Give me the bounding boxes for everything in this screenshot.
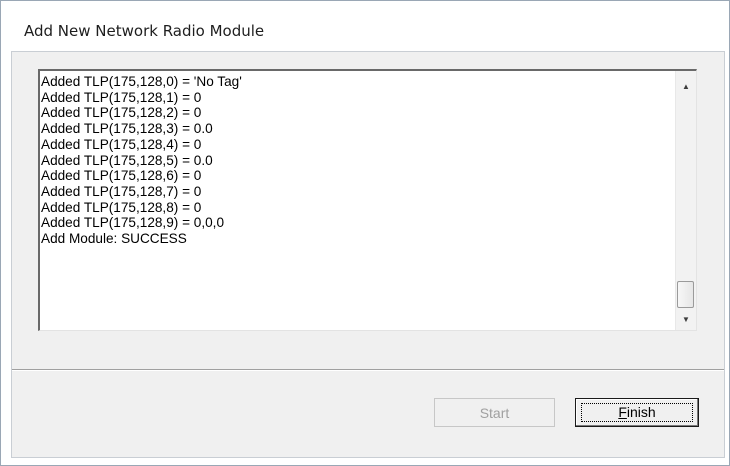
log-line: Added TLP(175,128,4) = 0 [41,136,202,152]
log-line: Add Module: SUCCESS [41,231,187,247]
log-listbox[interactable]: Added TLP(175,128,0) = 'No Tag' Added TLP… [38,69,697,331]
vertical-scrollbar[interactable]: ▲ ▼ [675,71,696,330]
finish-button[interactable]: Finish [575,398,699,427]
log-line: Added TLP(175,128,5) = 0.0 [41,152,213,168]
scrollbar-thumb[interactable] [677,281,694,308]
log-line: Added TLP(175,128,1) = 0 [41,89,202,105]
dialog-title: Add New Network Radio Module [24,22,265,40]
finish-mnemonic: F [618,404,627,420]
start-button-label: Start [479,404,510,421]
log-line: Added TLP(175,128,6) = 0 [41,168,202,184]
title-bar[interactable]: Add New Network Radio Module [2,2,728,46]
finish-label-rest: inish [626,404,656,420]
log-line: Added TLP(175,128,3) = 0.0 [41,121,213,137]
divider [12,369,724,371]
log-line: Added TLP(175,128,2) = 0 [41,105,202,121]
log-line: Added TLP(175,128,0) = 'No Tag' [41,74,242,89]
start-button[interactable]: Start [434,398,555,427]
log-line: Added TLP(175,128,9) = 0,0,0 [41,215,225,231]
dialog-window: Add New Network Radio Module Added TLP(1… [0,0,730,466]
dialog-client-area: Added TLP(175,128,0) = 'No Tag' Added TLP… [11,51,725,458]
log-lines: Added TLP(175,128,0) = 'No Tag' Added TLP… [41,74,676,328]
log-line: Added TLP(175,128,7) = 0 [41,183,202,199]
finish-focus-rect: Finish [581,403,693,422]
log-line: Added TLP(175,128,8) = 0 [41,199,202,215]
scroll-down-icon[interactable]: ▼ [676,310,696,328]
scroll-up-icon[interactable]: ▲ [676,77,696,95]
